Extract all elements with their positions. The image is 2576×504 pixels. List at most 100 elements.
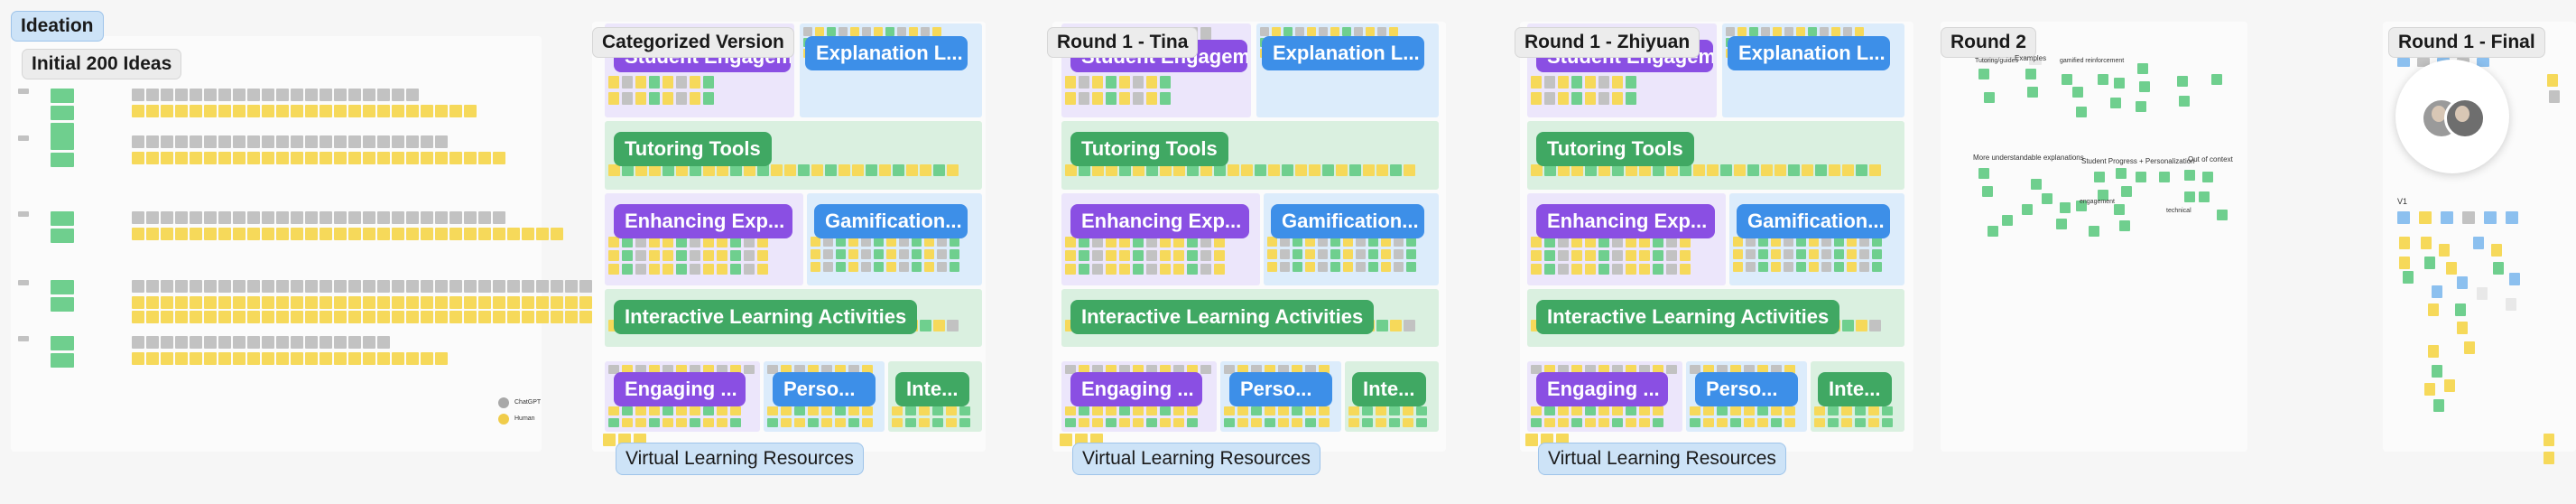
sticky-note[interactable] [1389, 27, 1398, 36]
sticky-note[interactable] [478, 228, 491, 240]
sticky-note[interactable] [950, 249, 959, 259]
sticky-note[interactable] [879, 164, 891, 176]
sticky-note[interactable] [1841, 406, 1852, 415]
sticky-note[interactable] [190, 296, 202, 309]
sticky-note[interactable] [262, 352, 274, 365]
sticky-note[interactable] [1653, 250, 1663, 261]
tag-explanation[interactable]: Explanation L... [1262, 36, 1424, 70]
sticky-note[interactable] [1843, 27, 1852, 36]
sticky-note[interactable] [161, 352, 173, 365]
sticky-note[interactable] [464, 211, 477, 224]
sticky-note[interactable] [1598, 92, 1609, 105]
sticky-note[interactable] [2025, 69, 2036, 79]
sticky-note[interactable] [1855, 27, 1864, 36]
sticky-note[interactable] [767, 418, 778, 427]
sticky-note[interactable] [1653, 264, 1663, 275]
sticky-note[interactable] [1079, 250, 1089, 261]
tag-engaging[interactable]: Engaging ... [1070, 372, 1202, 406]
sticky-note[interactable] [276, 311, 289, 323]
sticky-note[interactable] [1571, 92, 1582, 105]
sticky-note[interactable] [146, 296, 159, 309]
sticky-note[interactable] [2433, 399, 2444, 412]
sticky-note[interactable] [161, 135, 173, 148]
sticky-note[interactable] [808, 406, 819, 415]
sticky-note[interactable] [1065, 250, 1076, 261]
sticky-note[interactable] [204, 228, 217, 240]
sticky-note[interactable] [1060, 434, 1072, 446]
sticky-note[interactable] [18, 280, 29, 285]
sticky-note[interactable] [276, 296, 289, 309]
sticky-note[interactable] [1746, 249, 1756, 259]
sticky-note[interactable] [1531, 76, 1542, 89]
sticky-note[interactable] [703, 418, 714, 427]
sticky-note[interactable] [305, 280, 318, 293]
sticky-note[interactable] [690, 92, 700, 105]
sticky-note[interactable] [276, 211, 289, 224]
sticky-note[interactable] [305, 336, 318, 349]
sticky-note[interactable] [2179, 96, 2190, 107]
sticky-note[interactable] [233, 135, 246, 148]
sticky-note[interactable] [703, 406, 714, 415]
tag-interactive-learning[interactable]: Interactive Learning Activities [1536, 300, 1840, 334]
sticky-note[interactable] [717, 418, 727, 427]
sticky-note[interactable] [784, 164, 796, 176]
sticky-note[interactable] [2462, 211, 2475, 224]
sticky-note[interactable] [406, 352, 419, 365]
sticky-note[interactable] [2199, 191, 2210, 202]
sticky-note[interactable] [406, 280, 419, 293]
sticky-note[interactable] [1362, 418, 1373, 427]
sticky-note[interactable] [933, 164, 945, 176]
sticky-note[interactable] [204, 152, 217, 164]
sticky-note[interactable] [1707, 164, 1719, 176]
sticky-note[interactable] [1160, 406, 1171, 415]
sticky-note[interactable] [744, 250, 755, 261]
sticky-note[interactable] [730, 250, 741, 261]
collaborator-avatars[interactable] [2395, 60, 2509, 173]
sticky-note[interactable] [622, 250, 633, 261]
sticky-note[interactable] [478, 152, 491, 164]
sticky-note[interactable] [1260, 27, 1269, 36]
sticky-note[interactable] [247, 280, 260, 293]
sticky-note[interactable] [1761, 27, 1770, 36]
sticky-note[interactable] [377, 311, 390, 323]
sticky-note[interactable] [848, 249, 858, 259]
sticky-note[interactable] [1278, 406, 1289, 415]
sticky-note[interactable] [2544, 434, 2554, 446]
sticky-note[interactable] [305, 352, 318, 365]
tag-virtual-resources[interactable]: Virtual Learning Resources [1072, 443, 1320, 475]
sticky-note[interactable] [51, 280, 74, 294]
sticky-note[interactable] [204, 336, 217, 349]
sticky-note[interactable] [635, 264, 646, 275]
sticky-note[interactable] [204, 352, 217, 365]
sticky-note[interactable] [622, 92, 633, 105]
sticky-note[interactable] [1859, 249, 1869, 259]
sticky-note[interactable] [218, 228, 231, 240]
sticky-note[interactable] [363, 135, 375, 148]
sticky-note[interactable] [551, 280, 563, 293]
sticky-note[interactable] [262, 152, 274, 164]
sticky-note[interactable] [1598, 406, 1609, 415]
sticky-note[interactable] [690, 418, 700, 427]
sticky-note[interactable] [1703, 406, 1714, 415]
sticky-note[interactable] [2403, 271, 2414, 284]
sticky-note[interactable] [1119, 92, 1130, 105]
sticky-note[interactable] [663, 76, 673, 89]
sticky-note[interactable] [146, 211, 159, 224]
sticky-note[interactable] [377, 152, 390, 164]
tag-perso[interactable]: Perso... [1695, 372, 1798, 406]
sticky-note[interactable] [811, 262, 820, 272]
sticky-note[interactable] [1330, 27, 1339, 36]
sticky-note[interactable] [1847, 249, 1857, 259]
tag-inte[interactable]: Inte... [1818, 372, 1892, 406]
sticky-note[interactable] [233, 211, 246, 224]
sticky-note[interactable] [305, 89, 318, 101]
sticky-note[interactable] [377, 211, 390, 224]
sticky-note[interactable] [1834, 249, 1844, 259]
sticky-note[interactable] [247, 211, 260, 224]
sticky-note[interactable] [51, 89, 74, 103]
sticky-note[interactable] [912, 249, 922, 259]
sticky-note[interactable] [1389, 418, 1400, 427]
sticky-note[interactable] [1531, 418, 1542, 427]
sticky-note[interactable] [204, 280, 217, 293]
sticky-note[interactable] [1841, 418, 1852, 427]
